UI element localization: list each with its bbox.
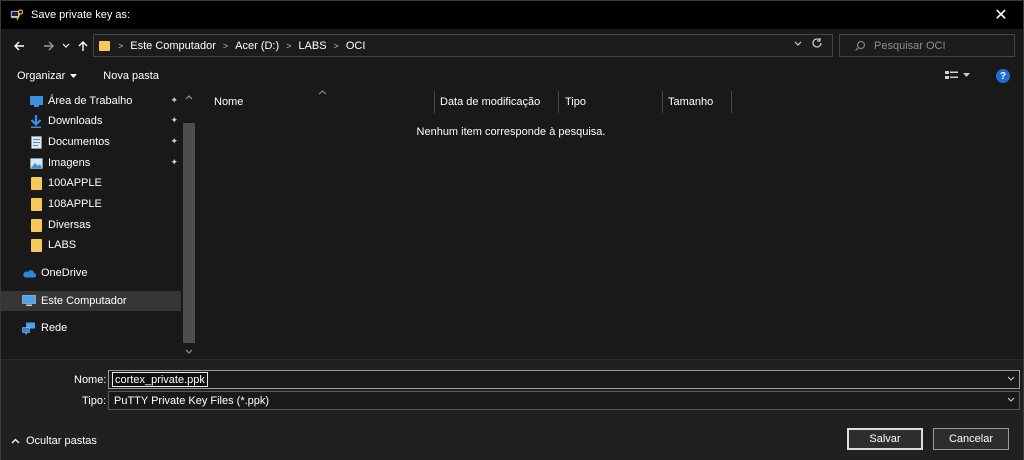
hide-folders-toggle[interactable]: Ocultar pastas [11,435,97,447]
pin-icon[interactable]: ✦ [170,115,178,126]
navigation-pane: Área de Trabalho ✦ Downloads ✦ Documento… [1,89,197,359]
folder-icon [29,218,43,232]
sidebar-item-este-computador[interactable]: Este Computador [1,291,181,311]
sidebar-item-100apple[interactable]: 100APPLE [1,173,181,193]
folder-icon [98,39,111,52]
sidebar-item-label: Downloads [48,115,103,127]
navigation-scrollbar[interactable] [181,89,197,359]
pin-icon[interactable]: ✦ [170,136,178,147]
column-divider[interactable] [662,91,663,113]
sidebar-item-imagens[interactable]: Imagens ✦ [1,153,181,173]
save-button[interactable]: Salvar [847,428,923,450]
chevron-down-icon[interactable] [1007,373,1015,383]
sort-ascending-icon [318,87,327,97]
cancel-button[interactable]: Cancelar [933,428,1009,450]
scroll-down-icon[interactable] [181,343,197,359]
sidebar-item-diversas[interactable]: Diversas [1,215,181,235]
desktop-icon [29,94,43,108]
sidebar-item-label: LABS [48,239,77,251]
search-placeholder: Pesquisar OCI [874,39,946,52]
sidebar-item-label: Este Computador [41,295,127,307]
sidebar-item-label: Área de Trabalho [48,95,133,107]
breadcrumb-labs[interactable]: LABS [298,40,326,52]
close-button[interactable]: ✕ [979,1,1023,29]
address-dropdown-icon[interactable] [794,39,802,50]
file-type-value: PuTTY Private Key Files (*.ppk) [114,394,270,407]
putty-key-icon [9,7,25,23]
view-options-icon[interactable] [945,70,971,81]
breadcrumb-este-computador[interactable]: Este Computador [130,40,216,52]
sidebar-item-label: Documentos [48,136,110,148]
scrollbar-thumb[interactable] [183,123,195,343]
breadcrumb-acer-d[interactable]: Acer (D:) [235,40,279,52]
up-arrow-icon[interactable] [73,34,93,58]
column-header-tipo[interactable]: Tipo [565,91,662,113]
image-icon [29,156,43,170]
recent-locations-chevron-icon[interactable] [59,34,73,58]
column-divider[interactable] [434,91,435,113]
computer-icon [22,294,36,308]
new-folder-button[interactable]: Nova pasta [103,70,159,82]
chevron-up-icon [11,438,20,444]
chevron-right-icon[interactable]: > [223,41,228,51]
organize-button[interactable]: Organizar [17,70,78,82]
search-input[interactable]: Pesquisar OCI [839,34,1015,57]
filename-input[interactable]: cortex_private.ppk [108,370,1020,389]
download-arrow-icon [29,114,43,128]
save-dialog: Save private key as: ✕ > Este Computador… [0,0,1024,460]
sidebar-item-label: 100APPLE [48,177,102,189]
window-title: Save private key as: [31,9,131,21]
refresh-icon[interactable] [811,37,823,52]
sidebar-item-label: Rede [41,322,68,334]
pin-icon[interactable]: ✦ [170,157,178,168]
file-list-pane[interactable]: Nome Data de modificação Tipo Tamanho Ne… [201,89,1023,359]
search-icon [854,40,866,52]
address-bar[interactable]: > Este Computador > Acer (D:) > LABS > O… [93,34,833,57]
sidebar-item-rede[interactable]: Rede [1,318,181,338]
chevron-right-icon[interactable]: > [118,41,123,51]
command-bar: Organizar Nova pasta ? [1,63,1023,89]
sidebar-item-label: Diversas [48,219,91,231]
hide-folders-label: Ocultar pastas [26,435,97,447]
sidebar-item-documentos[interactable]: Documentos ✦ [1,132,181,152]
empty-folder-message: Nenhum item corresponde à pesquisa. [416,126,606,138]
folder-icon [29,197,43,211]
address-row: > Este Computador > Acer (D:) > LABS > O… [1,29,1023,63]
help-icon[interactable]: ? [996,69,1010,83]
sidebar-item-downloads[interactable]: Downloads ✦ [1,111,181,131]
sidebar-item-area-de-trabalho[interactable]: Área de Trabalho ✦ [1,91,181,111]
name-label: Nome: [74,374,107,386]
folder-icon [29,176,43,190]
column-divider[interactable] [731,91,732,113]
type-label: Tipo: [82,395,107,407]
sidebar-item-onedrive[interactable]: OneDrive [1,263,181,283]
scroll-up-icon[interactable] [181,89,197,105]
breadcrumb-oci[interactable]: OCI [346,40,366,52]
pin-icon[interactable]: ✦ [170,95,178,106]
save-form-panel: Nome: cortex_private.ppk Tipo: PuTTY Pri… [1,359,1023,460]
column-header-tamanho[interactable]: Tamanho [668,91,731,113]
column-divider[interactable] [558,91,559,113]
sidebar-item-label: Imagens [48,157,91,169]
forward-arrow-icon[interactable] [39,34,59,58]
network-icon [22,321,36,335]
sidebar-item-label: OneDrive [41,267,88,279]
chevron-right-icon[interactable]: > [334,41,339,51]
chevron-down-icon [70,73,78,79]
sidebar-item-labs[interactable]: LABS [1,235,181,255]
sidebar-item-label: 108APPLE [48,198,102,210]
sidebar-item-108apple[interactable]: 108APPLE [1,194,181,214]
chevron-right-icon[interactable]: > [286,41,291,51]
organize-label: Organizar [17,70,66,82]
cloud-icon [22,266,36,280]
file-type-select[interactable]: PuTTY Private Key Files (*.ppk) [108,391,1020,410]
column-header-data-de-modificacao[interactable]: Data de modificação [440,91,558,113]
back-arrow-icon[interactable] [9,34,29,58]
chevron-down-icon[interactable] [1007,394,1015,404]
title-bar: Save private key as: ✕ [1,1,1023,29]
folder-icon [29,238,43,252]
document-icon [29,135,43,149]
filename-value: cortex_private.ppk [112,372,208,387]
